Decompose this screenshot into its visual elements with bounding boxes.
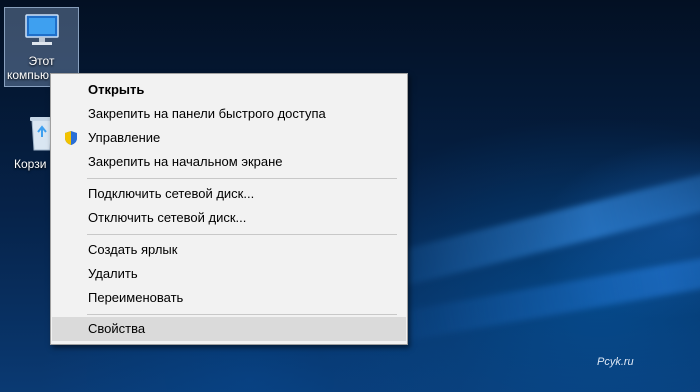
menu-separator	[87, 178, 397, 179]
menu-item-pin-start[interactable]: Закрепить на начальном экране	[52, 150, 406, 174]
menu-item-disconnect-network-drive[interactable]: Отключить сетевой диск...	[52, 206, 406, 230]
menu-item-label: Создать ярлык	[88, 242, 178, 257]
menu-item-properties[interactable]: Свойства	[52, 317, 406, 341]
menu-item-label: Отключить сетевой диск...	[88, 210, 247, 225]
menu-item-label: Закрепить на панели быстрого доступа	[88, 106, 326, 121]
menu-item-delete[interactable]: Удалить	[52, 262, 406, 286]
this-pc-label-line1: Этот	[28, 54, 55, 68]
menu-item-label: Свойства	[88, 321, 146, 336]
menu-item-label: Управление	[88, 130, 161, 145]
menu-item-rename[interactable]: Переименовать	[52, 286, 406, 310]
menu-item-map-network-drive[interactable]: Подключить сетевой диск...	[52, 182, 406, 206]
menu-item-manage[interactable]: Управление	[52, 126, 406, 150]
computer-icon	[24, 14, 59, 45]
menu-item-label: Удалить	[88, 266, 138, 281]
menu-separator	[87, 314, 397, 315]
menu-item-open[interactable]: Открыть	[52, 78, 406, 102]
watermark: Pcyk.ru	[597, 356, 634, 368]
shield-icon	[65, 131, 77, 145]
menu-item-label: Закрепить на начальном экране	[88, 154, 283, 169]
menu-item-label: Открыть	[88, 82, 145, 97]
context-menu: Открыть Закрепить на панели быстрого дос…	[50, 73, 408, 345]
menu-item-label: Подключить сетевой диск...	[88, 186, 255, 201]
menu-item-pin-quick-access[interactable]: Закрепить на панели быстрого доступа	[52, 102, 406, 126]
menu-item-create-shortcut[interactable]: Создать ярлык	[52, 238, 406, 262]
menu-separator	[87, 234, 397, 235]
menu-item-label: Переименовать	[88, 290, 184, 305]
